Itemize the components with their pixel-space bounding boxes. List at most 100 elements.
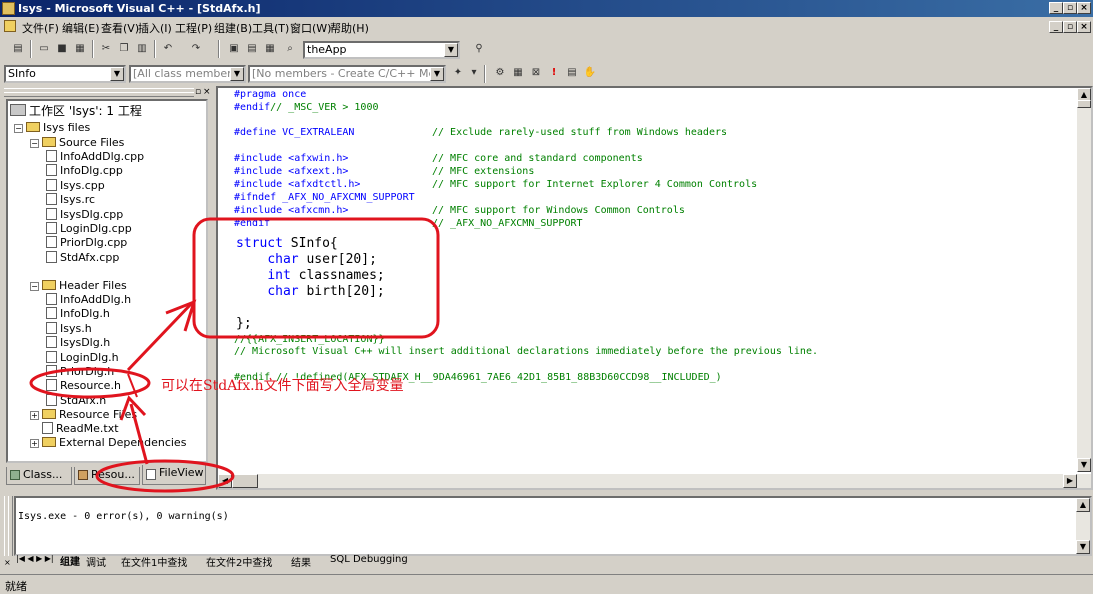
menu-view[interactable]: 查看(V) xyxy=(101,20,139,36)
tree-file[interactable]: LoginDlg.h xyxy=(46,350,119,364)
workspace-root[interactable]: 工作区 'Isys': 1 工程 xyxy=(10,104,142,118)
tree-file[interactable]: InfoDlg.h xyxy=(46,307,110,320)
menu-build[interactable]: 组建(B) xyxy=(214,20,252,36)
tab-classview[interactable]: Class... xyxy=(6,467,72,485)
chevron-down-icon[interactable]: ▼ xyxy=(444,43,458,57)
tree-file[interactable]: StdAfx.cpp xyxy=(46,250,119,264)
output-text-area[interactable]: Isys.exe - 0 error(s), 0 warning(s) ▲ ▼ xyxy=(14,496,1092,556)
output-icon[interactable]: ▤ xyxy=(244,41,260,57)
source-folder[interactable]: − Source Files xyxy=(30,136,124,149)
open-icon[interactable]: ▭ xyxy=(36,41,52,57)
tree-file[interactable]: PriorDlg.h xyxy=(46,365,114,378)
external-deps[interactable]: + External Dependencies xyxy=(30,436,186,449)
tree-file[interactable]: Isys.h xyxy=(46,321,92,335)
pane-close-icon[interactable]: × xyxy=(203,87,211,97)
scroll-down-icon[interactable]: ▼ xyxy=(1077,458,1091,472)
menu-window[interactable]: 窗口(W) xyxy=(290,20,331,36)
stop-build-icon[interactable]: ⊠ xyxy=(528,65,544,81)
expand-icon[interactable]: + xyxy=(30,411,39,420)
tab-find2[interactable]: 在文件2中查找 xyxy=(206,554,272,569)
filter-selector[interactable]: [All class members] ▼ xyxy=(129,65,246,83)
editor-hscroll[interactable]: ◀ ▶ xyxy=(218,474,1091,488)
new-icon[interactable]: ▤ xyxy=(10,41,26,57)
find-icon[interactable]: ⚲ xyxy=(471,41,487,57)
menu-file[interactable]: 文件(F) xyxy=(22,20,59,36)
menu-edit[interactable]: 编辑(E) xyxy=(62,20,100,36)
tree-file[interactable]: IsysDlg.h xyxy=(46,336,110,349)
tree-file[interactable]: StdAfx.h xyxy=(46,393,106,407)
tab-build[interactable]: 组建 xyxy=(60,553,80,568)
chevron-down-icon[interactable]: ▼ xyxy=(230,67,244,81)
resource-folder[interactable]: + Resource Files xyxy=(30,408,137,421)
tree-file[interactable]: Resource.h xyxy=(46,379,121,392)
paste-icon[interactable]: ▥ xyxy=(134,41,150,57)
tree-file[interactable]: Isys.rc xyxy=(46,193,95,206)
go-icon[interactable]: ▤ xyxy=(564,65,580,81)
scroll-thumb[interactable] xyxy=(1077,100,1091,108)
tab-results[interactable]: 结果 xyxy=(291,554,311,569)
tree-file[interactable]: IsysDlg.cpp xyxy=(46,207,123,221)
collapse-icon[interactable]: − xyxy=(30,139,39,148)
doc-close-button[interactable]: × xyxy=(1077,21,1091,33)
tree-file[interactable]: PriorDlg.cpp xyxy=(46,236,127,249)
expand-icon[interactable]: + xyxy=(30,439,39,448)
maximize-button[interactable]: ▫ xyxy=(1063,2,1077,14)
scroll-left-icon[interactable]: ◀ xyxy=(218,474,232,488)
tree-file[interactable]: InfoDlg.cpp xyxy=(46,164,123,177)
chevron-down-icon[interactable]: ▼ xyxy=(110,67,124,81)
window-list-icon[interactable]: ▦ xyxy=(262,41,278,57)
hscroll-thumb[interactable] xyxy=(232,474,258,488)
output-vscroll[interactable]: ▲ ▼ xyxy=(1076,498,1090,554)
compile-icon[interactable]: ⚙ xyxy=(492,65,508,81)
minimize-button[interactable]: _ xyxy=(1049,2,1063,14)
pane-close-icon[interactable]: × xyxy=(4,558,11,567)
tree-file-readme[interactable]: ReadMe.txt xyxy=(42,422,119,435)
tree-file[interactable]: Isys.cpp xyxy=(46,178,105,192)
project-node[interactable]: − Isys files xyxy=(14,121,90,134)
scroll-up-icon[interactable]: ▲ xyxy=(1076,498,1090,512)
scroll-right-icon[interactable]: ▶ xyxy=(1063,474,1077,488)
menu-project[interactable]: 工程(P) xyxy=(175,20,212,36)
menu-help[interactable]: 帮助(H) xyxy=(330,20,369,36)
save-all-icon[interactable]: ▦ xyxy=(72,41,88,57)
menu-tools[interactable]: 工具(T) xyxy=(252,20,289,36)
tab-resourceview[interactable]: Resou... xyxy=(74,467,140,485)
tab-debug[interactable]: 调试 xyxy=(86,554,106,569)
tab-sql-debugging[interactable]: SQL Debugging xyxy=(330,554,408,565)
doc-minimize-button[interactable]: _ xyxy=(1049,21,1063,33)
tab-find1[interactable]: 在文件1中查找 xyxy=(121,554,187,569)
class-selector[interactable]: SInfo ▼ xyxy=(4,65,126,83)
header-folder[interactable]: − Header Files xyxy=(30,279,127,292)
members-selector[interactable]: [No members - Create C/C++ Member ▼ xyxy=(248,65,446,83)
save-icon[interactable]: ■ xyxy=(54,41,70,57)
build-icon[interactable]: ▦ xyxy=(510,65,526,81)
editor-vscroll[interactable]: ▲ ▼ xyxy=(1077,88,1091,472)
tab-nav-icon[interactable]: |◀ ◀ ▶ ▶| xyxy=(16,554,54,563)
menu-insert[interactable]: 插入(I) xyxy=(138,20,172,36)
chevron-down-icon[interactable]: ▼ xyxy=(430,67,444,81)
tree-file[interactable]: InfoAddDlg.cpp xyxy=(46,150,144,163)
tab-fileview[interactable]: FileView xyxy=(142,465,206,485)
doc-restore-button[interactable]: ▫ xyxy=(1063,21,1077,33)
collapse-icon[interactable]: − xyxy=(14,124,23,133)
collapse-icon[interactable]: − xyxy=(30,282,39,291)
cut-icon[interactable]: ✂ xyxy=(98,41,114,57)
editor-pane[interactable]: #pragma once #endif// _MSC_VER > 1000 #def… xyxy=(216,86,1093,490)
code-view[interactable]: #pragma once #endif// _MSC_VER > 1000 #def… xyxy=(234,88,1074,472)
execute-icon[interactable]: ! xyxy=(546,65,562,81)
undo-icon[interactable]: ↶ xyxy=(160,41,176,57)
tree-file[interactable]: InfoAddDlg.h xyxy=(46,293,131,306)
tree-file[interactable]: LoginDlg.cpp xyxy=(46,222,132,235)
redo-icon[interactable]: ↷ xyxy=(188,41,204,57)
wizard-dropdown-icon[interactable]: ▾ xyxy=(466,65,482,81)
find-in-files-icon[interactable]: ⌕ xyxy=(282,41,298,57)
pane-restore-icon[interactable]: ▫ xyxy=(195,87,201,97)
close-button[interactable]: × xyxy=(1077,2,1091,14)
class-combo[interactable]: theApp ▼ xyxy=(303,41,460,59)
workspace-icon[interactable]: ▣ xyxy=(226,41,242,57)
scroll-down-icon[interactable]: ▼ xyxy=(1076,540,1090,554)
copy-icon[interactable]: ❐ xyxy=(116,41,132,57)
breakpoint-icon[interactable]: ✋ xyxy=(582,65,598,81)
doc-icon xyxy=(4,20,16,32)
wizard-action-icon[interactable]: ✦ xyxy=(450,65,466,81)
